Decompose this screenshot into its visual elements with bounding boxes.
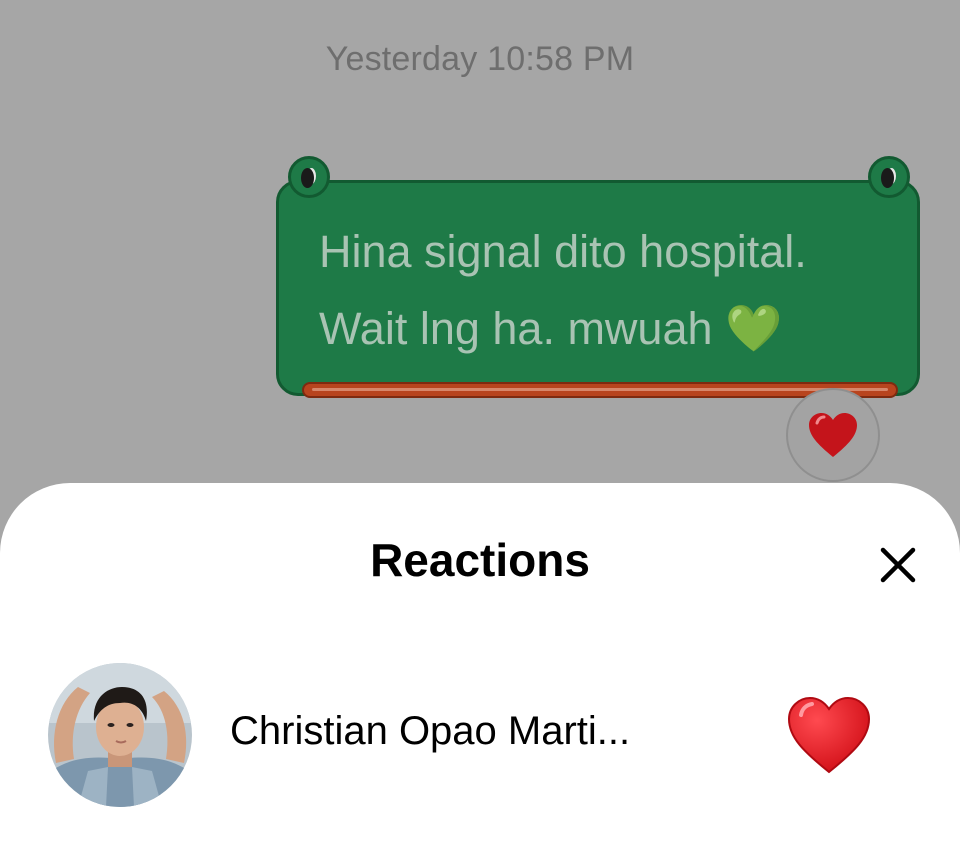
heart-icon: [787, 696, 871, 774]
message-line-2: Wait lng ha. mwuah 💚: [319, 302, 783, 354]
message-timestamp: Yesterday 10:58 PM: [325, 40, 635, 78]
message-text: Hina signal dito hospital. Wait lng ha. …: [319, 213, 899, 367]
reactor-reaction: [786, 695, 872, 775]
reaction-row[interactable]: Christian Opao Marti...: [0, 661, 960, 811]
reactor-name: Christian Opao Marti...: [230, 709, 631, 753]
bubble-hook-left: [288, 156, 330, 198]
close-icon: [880, 547, 916, 583]
bubble-hook-right: [868, 156, 910, 198]
message-reaction-chip[interactable]: [786, 388, 880, 482]
message-line-1: Hina signal dito hospital.: [319, 226, 807, 277]
green-heart-emoji: 💚: [725, 302, 783, 354]
message-bubble[interactable]: Hina signal dito hospital. Wait lng ha. …: [276, 180, 920, 396]
close-button[interactable]: [870, 537, 926, 593]
avatar[interactable]: [48, 663, 192, 807]
heart-icon: [809, 413, 857, 457]
reactions-sheet: Reactions Christian Opao Marti...: [0, 483, 960, 852]
avatar-image: [48, 663, 192, 807]
message-bubble-container[interactable]: Hina signal dito hospital. Wait lng ha. …: [272, 152, 928, 410]
sheet-title: Reactions: [370, 534, 590, 586]
